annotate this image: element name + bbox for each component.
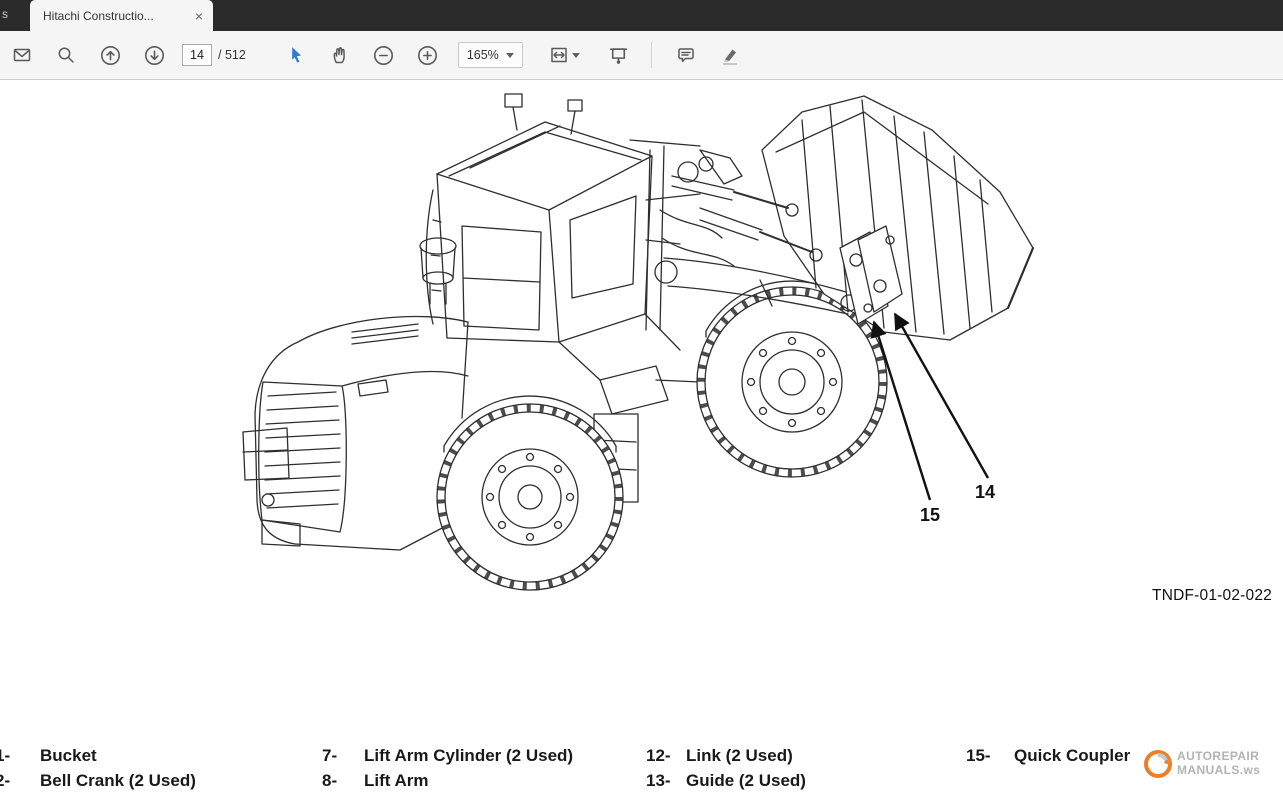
highlighter-icon [720, 45, 740, 65]
zoom-in-button[interactable] [412, 39, 444, 71]
legend-label: Bell Crank (2 Used) [40, 771, 196, 791]
callout-leader-lines [874, 314, 988, 500]
presentation-button[interactable] [603, 39, 635, 71]
hand-icon [330, 45, 350, 65]
page-total-label: / 512 [218, 48, 246, 62]
legend-num: 2- [0, 771, 10, 791]
watermark-line2: MANUALS.ws [1177, 764, 1260, 778]
legend-label: Guide (2 Used) [686, 771, 806, 791]
watermark: AUTOREPAIR MANUALS.ws [1144, 750, 1260, 778]
zoom-out-button[interactable] [368, 39, 400, 71]
tab-close-icon[interactable]: × [195, 9, 203, 23]
wheel-loader-diagram [0, 80, 1283, 803]
previous-page-button[interactable] [94, 39, 126, 71]
pdf-page: 15 14 TNDF-01-02-022 1- Bucket 2- Bell C… [0, 80, 1283, 803]
toolbar-separator [651, 42, 652, 68]
watermark-logo-icon [1144, 750, 1172, 778]
legend-label: Link (2 Used) [686, 746, 793, 766]
toolbar: / 512 165% [0, 31, 1283, 80]
legend-num: 7- [322, 746, 337, 766]
arrow-down-circle-icon [144, 45, 165, 66]
comment-bubble-icon [676, 45, 696, 65]
document-tab[interactable]: Hitachi Constructio... × [30, 0, 213, 31]
legend-num: 12- [646, 746, 671, 766]
legend-label: Lift Arm [364, 771, 429, 791]
select-tool-button[interactable] [280, 39, 312, 71]
chevron-down-icon [572, 53, 580, 58]
hand-tool-button[interactable] [324, 39, 356, 71]
email-button[interactable] [6, 39, 38, 71]
legend-label: Lift Arm Cylinder (2 Used) [364, 746, 573, 766]
figure-code: TNDF-01-02-022 [1100, 587, 1272, 605]
next-page-button[interactable] [138, 39, 170, 71]
arrow-up-circle-icon [100, 45, 121, 66]
partial-tab[interactable]: s [2, 7, 8, 21]
projection-screen-icon [608, 45, 629, 66]
highlighter-button[interactable] [714, 39, 746, 71]
zoom-level-dropdown[interactable]: 165% [458, 42, 523, 68]
legend-label: Bucket [40, 746, 97, 766]
fit-width-icon [549, 45, 569, 65]
callout-15: 15 [920, 505, 940, 526]
tab-bar: s Hitachi Constructio... × [0, 0, 1283, 31]
minus-circle-icon [373, 45, 394, 66]
search-icon [56, 45, 76, 65]
cab [426, 94, 652, 342]
legend-num: 15- [966, 746, 991, 766]
engine-hood [243, 238, 468, 550]
tab-title: Hitachi Constructio... [43, 9, 187, 23]
cursor-arrow-icon [286, 45, 306, 65]
watermark-line1: AUTOREPAIR [1177, 750, 1260, 764]
fit-width-button[interactable] [545, 39, 585, 71]
chevron-down-icon [506, 53, 514, 58]
page-number-input[interactable] [182, 44, 212, 66]
envelope-icon [12, 45, 32, 65]
legend-num: 1- [0, 746, 10, 766]
rear-wheel [437, 404, 623, 590]
plus-circle-icon [417, 45, 438, 66]
legend-num: 8- [322, 771, 337, 791]
legend-num: 13- [646, 771, 671, 791]
zoom-level-value: 165% [467, 48, 499, 62]
comment-button[interactable] [670, 39, 702, 71]
legend-label: Quick Coupler [1014, 746, 1130, 766]
search-button[interactable] [50, 39, 82, 71]
callout-14: 14 [975, 482, 995, 503]
